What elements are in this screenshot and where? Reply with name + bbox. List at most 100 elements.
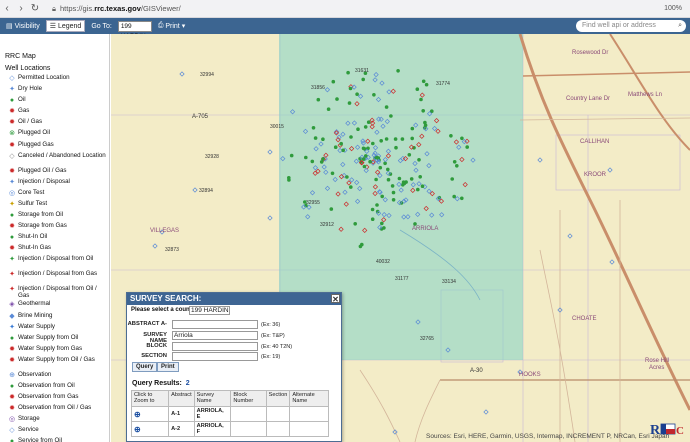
well-marker[interactable] (368, 159, 372, 164)
well-marker[interactable] (375, 155, 379, 160)
find-well-input[interactable]: Find well api or address ⌕ (576, 20, 686, 32)
well-marker[interactable] (420, 184, 425, 188)
well-marker[interactable] (304, 155, 308, 160)
well-marker[interactable] (333, 145, 338, 149)
well-marker[interactable] (401, 180, 406, 184)
well-marker[interactable] (382, 226, 386, 230)
address-bar[interactable]: 🔒︎ https://gis. rrc.texas.gov/GISViewer/ (48, 2, 658, 16)
well-marker[interactable] (363, 125, 368, 129)
well-marker[interactable] (311, 126, 316, 130)
well-marker[interactable] (345, 175, 349, 179)
back-icon[interactable]: ‹ (0, 3, 14, 14)
well-marker[interactable] (391, 190, 396, 195)
well-marker[interactable] (372, 93, 376, 97)
well-marker[interactable] (379, 139, 384, 143)
well-marker[interactable] (375, 203, 379, 207)
well-marker[interactable] (349, 135, 353, 139)
well-marker[interactable] (355, 92, 359, 96)
well-marker[interactable] (353, 222, 358, 226)
well-marker[interactable] (346, 70, 350, 75)
well-marker[interactable] (361, 157, 366, 161)
well-marker[interactable] (390, 184, 395, 188)
well-marker[interactable] (374, 177, 378, 182)
well-marker[interactable] (450, 177, 455, 181)
go-to-input[interactable]: 199 HARDIN (117, 20, 152, 40)
well-marker[interactable] (396, 69, 400, 73)
field-input[interactable] (172, 320, 258, 329)
well-marker[interactable] (349, 185, 353, 189)
county-select[interactable]: 199 HARDIN (189, 306, 230, 315)
well-marker[interactable] (452, 160, 457, 164)
well-marker[interactable] (316, 97, 321, 102)
well-marker[interactable] (384, 137, 389, 141)
well-marker[interactable] (335, 97, 339, 101)
well-marker[interactable] (389, 114, 393, 118)
well-marker[interactable] (397, 176, 402, 181)
well-marker[interactable] (380, 221, 384, 226)
zoom-magnifier-icon[interactable]: ⊕ (134, 425, 141, 434)
zoom-to-cell[interactable]: ⊕ (130, 421, 170, 437)
well-marker[interactable] (409, 177, 414, 181)
field-input[interactable] (172, 352, 258, 361)
well-marker[interactable] (347, 101, 352, 105)
zoom-to-cell[interactable]: ⊕ (130, 406, 170, 422)
well-marker[interactable] (289, 153, 294, 158)
visibility-tab[interactable]: ▤ Visibility (2, 20, 44, 32)
well-marker[interactable] (424, 82, 429, 87)
legend-tab[interactable]: ☰ Legend (45, 20, 86, 32)
print-button[interactable]: ⎙ Print ▾ (154, 20, 189, 32)
well-marker[interactable] (410, 126, 415, 131)
well-marker[interactable] (361, 77, 366, 82)
well-marker[interactable] (370, 217, 375, 221)
well-marker[interactable] (400, 137, 405, 141)
well-marker[interactable] (362, 164, 367, 169)
well-marker[interactable] (331, 79, 336, 84)
well-marker[interactable] (341, 148, 346, 153)
well-marker[interactable] (419, 97, 423, 102)
field-input[interactable]: Arriola (172, 331, 258, 340)
well-marker[interactable] (393, 137, 398, 141)
well-marker[interactable] (384, 105, 389, 109)
well-marker[interactable] (287, 176, 291, 180)
print-results-button[interactable]: Print (157, 362, 179, 372)
well-marker[interactable] (386, 177, 391, 182)
well-marker[interactable] (391, 198, 396, 202)
well-marker[interactable] (460, 196, 464, 201)
dialog-header[interactable]: SURVEY SEARCH: ✕ (127, 293, 341, 305)
well-marker[interactable] (407, 153, 412, 157)
well-marker[interactable] (380, 194, 385, 199)
well-marker[interactable] (415, 87, 420, 91)
field-input[interactable] (172, 342, 258, 351)
well-marker[interactable] (410, 136, 415, 141)
well-marker[interactable] (356, 127, 360, 131)
well-marker[interactable] (394, 145, 398, 150)
well-marker[interactable] (361, 146, 366, 151)
query-button[interactable]: Query (132, 362, 158, 372)
well-marker[interactable] (423, 123, 428, 128)
well-marker[interactable] (421, 109, 426, 113)
zoom-magnifier-icon[interactable]: ⊕ (134, 410, 141, 419)
well-marker[interactable] (371, 141, 375, 146)
well-marker[interactable] (383, 161, 387, 166)
well-marker[interactable] (460, 136, 464, 141)
well-marker[interactable] (358, 244, 363, 249)
well-marker[interactable] (455, 164, 459, 168)
well-marker[interactable] (329, 207, 334, 211)
well-marker[interactable] (386, 167, 390, 172)
well-marker[interactable] (418, 175, 423, 179)
well-marker[interactable] (378, 165, 383, 170)
well-marker[interactable] (366, 120, 371, 124)
close-icon[interactable]: ✕ (331, 294, 340, 304)
well-marker[interactable] (339, 141, 344, 146)
well-marker[interactable] (313, 136, 318, 140)
well-marker[interactable] (321, 137, 325, 141)
well-marker[interactable] (416, 187, 420, 192)
forward-icon[interactable]: › (14, 3, 28, 14)
well-marker[interactable] (330, 171, 335, 176)
well-marker[interactable] (326, 107, 331, 111)
well-marker[interactable] (417, 158, 421, 162)
search-icon[interactable]: ⌕ (678, 20, 682, 32)
reload-icon[interactable]: ↻ (28, 3, 42, 14)
well-marker[interactable] (310, 159, 315, 164)
zoom-level[interactable]: 100% (664, 5, 682, 12)
